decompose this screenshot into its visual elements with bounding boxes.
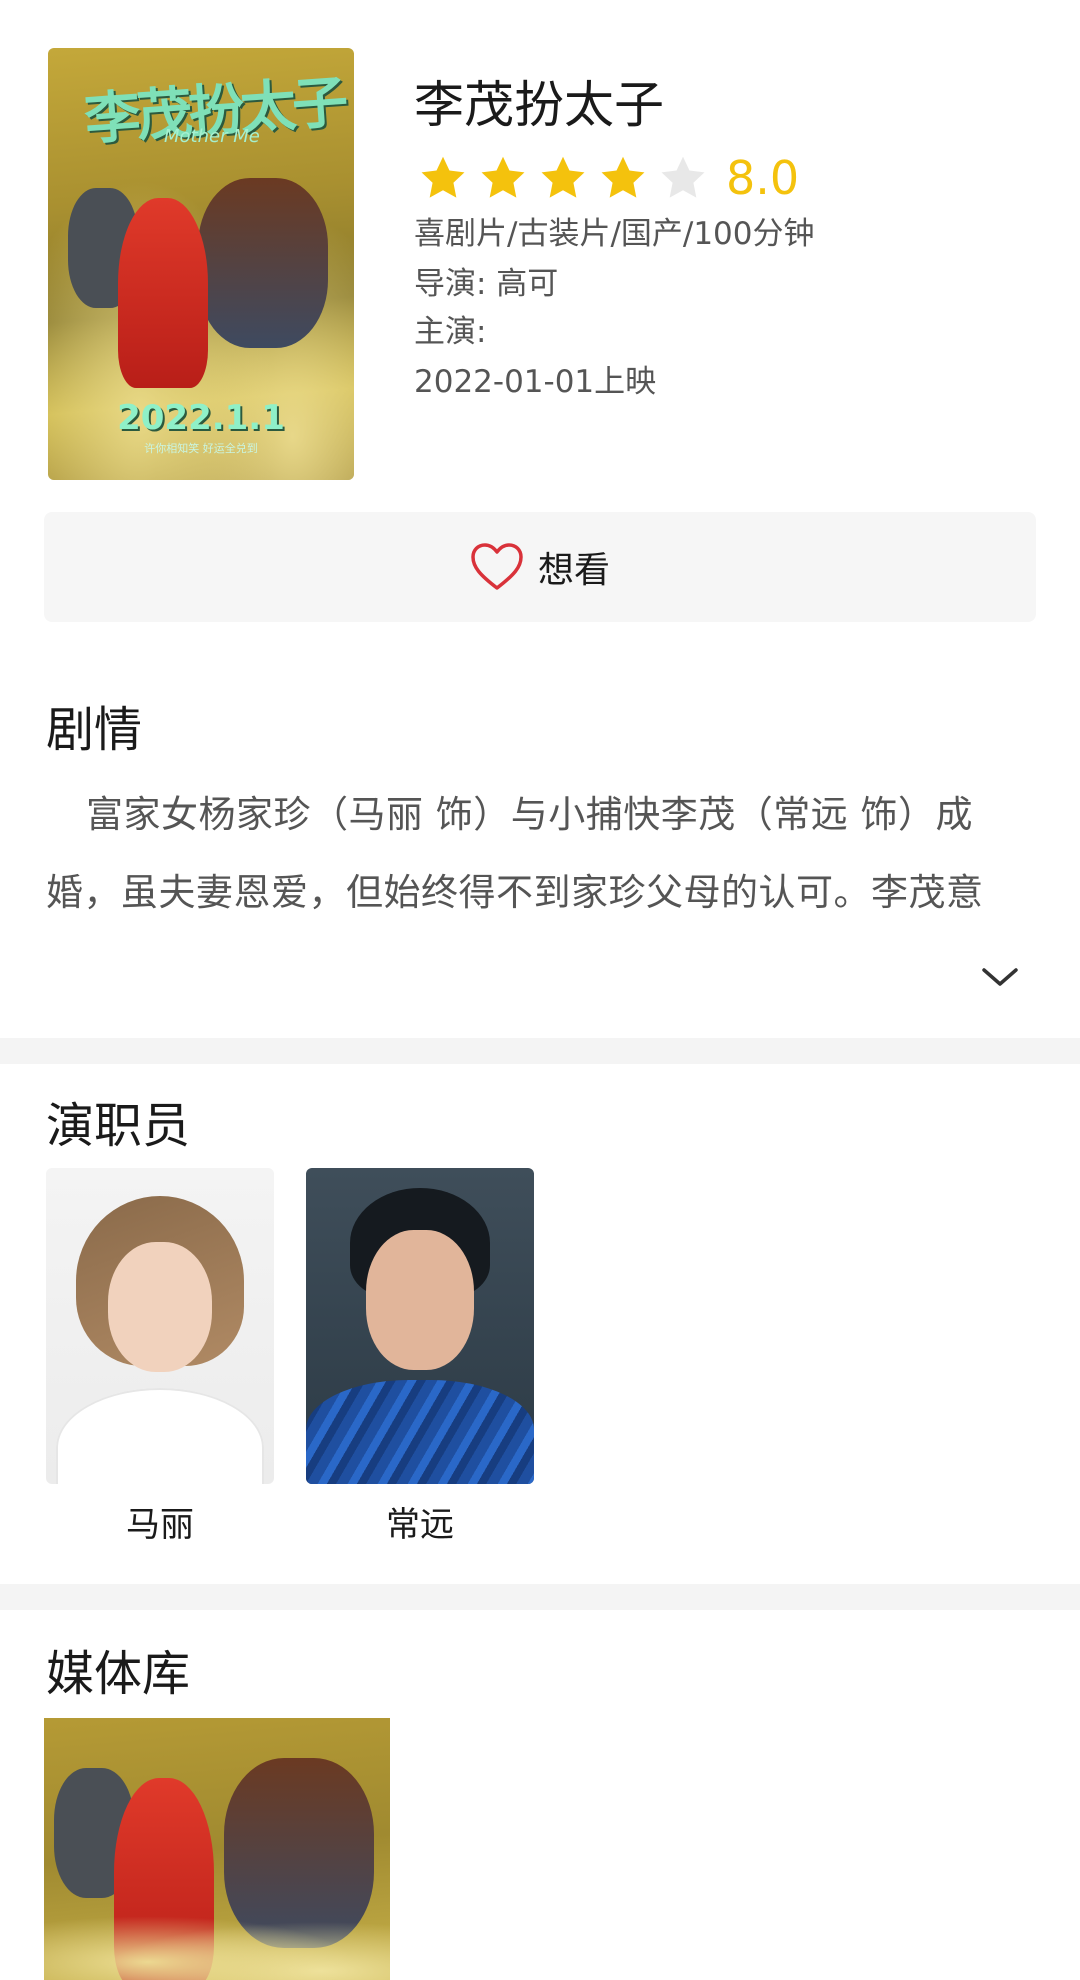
- media-section-title: 媒体库: [46, 1646, 191, 1702]
- section-divider: [0, 1038, 1080, 1064]
- movie-director: 导演: 高可: [414, 266, 559, 302]
- chevron-down-icon[interactable]: [978, 962, 1022, 992]
- cast-photo: [306, 1168, 534, 1484]
- cast-name: 马丽: [126, 1505, 194, 1545]
- cast-photo: [46, 1168, 274, 1484]
- cast-card[interactable]: 常远: [306, 1168, 534, 1548]
- movie-genres: 喜剧片/古装片/国产/100分钟: [414, 216, 815, 252]
- movie-cast-line: 主演:: [414, 314, 487, 350]
- poster-subtitle-art: Mother Me: [164, 126, 260, 147]
- cast-name: 常远: [386, 1505, 454, 1545]
- star-filled-icon: [601, 156, 645, 198]
- plot-section-title: 剧情: [46, 702, 143, 758]
- rating-score: 8.0: [726, 151, 800, 205]
- star-filled-icon: [421, 156, 465, 198]
- cast-card[interactable]: 马丽: [46, 1168, 274, 1548]
- media-cloud: [44, 1908, 390, 1980]
- want-to-watch-button[interactable]: 想看: [44, 512, 1036, 622]
- movie-title: 李茂扮太子: [414, 76, 664, 134]
- rating-stars: [418, 150, 718, 206]
- media-thumbnail[interactable]: [44, 1718, 390, 1980]
- movie-detail-page: 李茂扮太子 Mother Me 2022.1.1 许你相知笑 好运全兑到 李茂扮…: [0, 0, 1080, 1980]
- cast-photo-clothing: [56, 1388, 264, 1484]
- star-empty-icon: [661, 156, 705, 198]
- section-divider: [0, 1584, 1080, 1610]
- star-filled-icon: [541, 156, 585, 198]
- plot-text: 富家女杨家珍（马丽 饰）与小捕快李茂（常远 饰）成婚，虽夫妻恩爱，但始终得不到家…: [46, 793, 984, 914]
- heart-outline-icon: [471, 543, 523, 590]
- cast-photo-face: [366, 1230, 474, 1370]
- star-filled-icon: [481, 156, 525, 198]
- poster-figure: [198, 178, 328, 348]
- cast-photo-clothing: [306, 1380, 534, 1484]
- poster-figure: [118, 198, 208, 388]
- want-to-watch-label: 想看: [537, 550, 610, 591]
- poster-date-art: 2022.1.1: [117, 398, 285, 438]
- cast-photo-face: [108, 1242, 212, 1372]
- movie-release-date: 2022-01-01上映: [414, 364, 657, 400]
- movie-poster[interactable]: 李茂扮太子 Mother Me 2022.1.1 许你相知笑 好运全兑到: [48, 48, 354, 480]
- poster-tagline-art: 许你相知笑 好运全兑到: [144, 442, 258, 455]
- cast-section-title: 演职员: [46, 1098, 191, 1154]
